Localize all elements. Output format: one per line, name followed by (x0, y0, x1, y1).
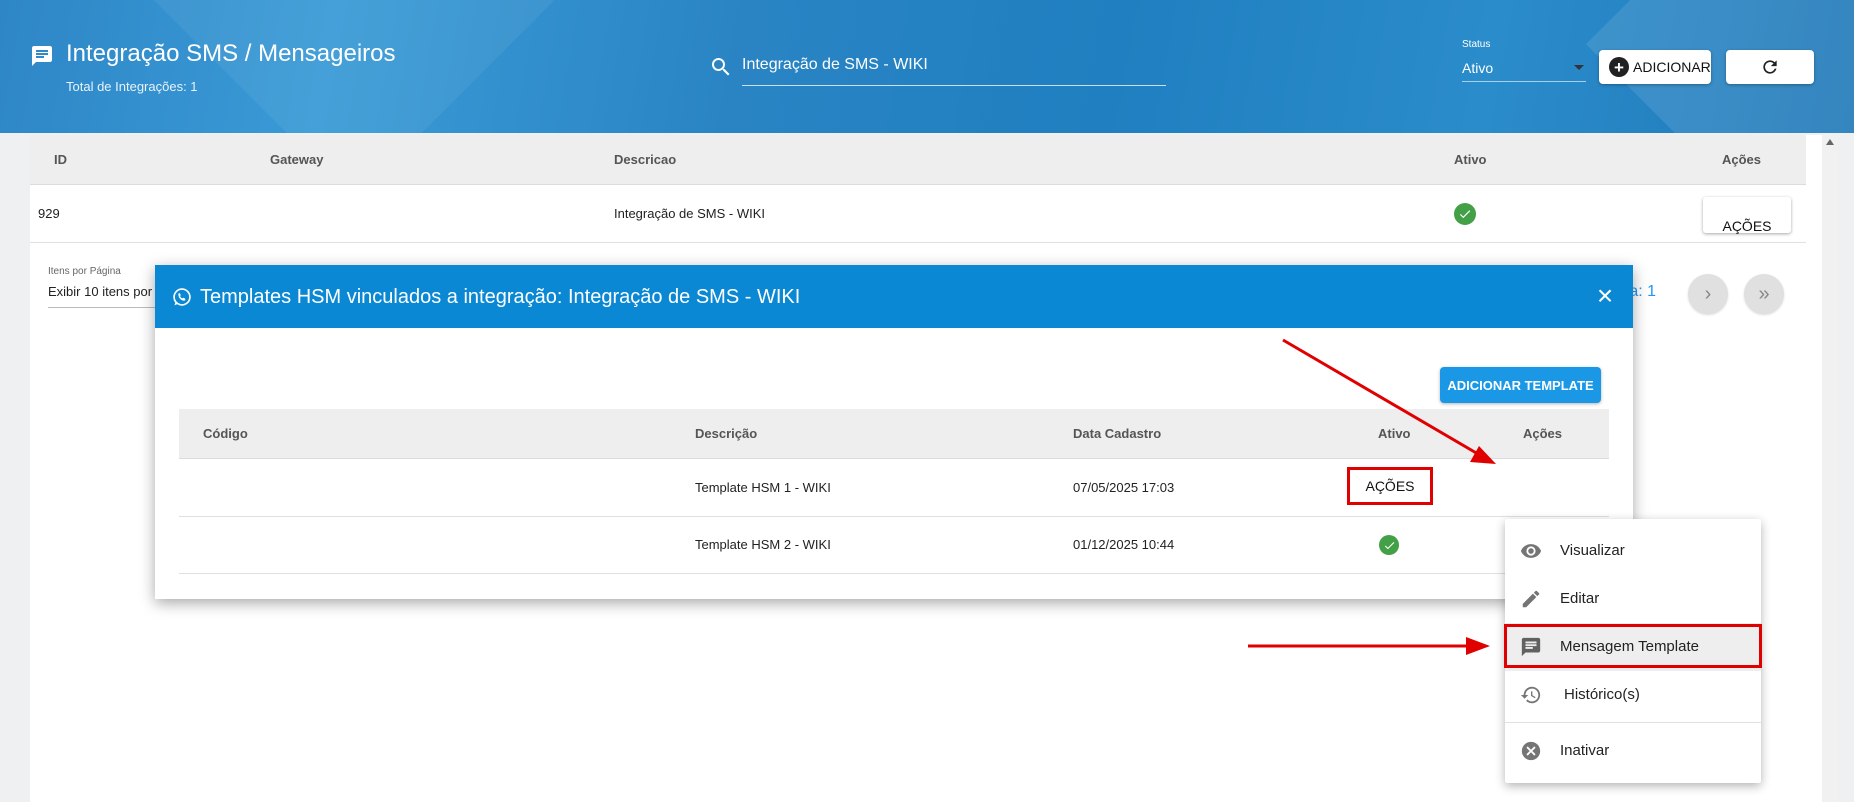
menu-item-label: Inativar (1560, 742, 1610, 759)
history-icon (1520, 686, 1541, 704)
column-header-descricao: Descricao (614, 152, 677, 167)
menu-item-editar[interactable]: Editar (1505, 575, 1761, 623)
acoes-button[interactable]: AÇÕES (1703, 197, 1791, 234)
status-select[interactable]: Ativo (1462, 56, 1586, 82)
menu-item-historico[interactable]: Histórico(s) (1505, 671, 1761, 719)
items-per-page-select[interactable]: Exibir 10 itens por (48, 284, 158, 308)
check-circle-icon (1379, 535, 1399, 555)
message-icon (32, 46, 52, 66)
whatsapp-icon (173, 288, 191, 306)
template-acoes-button[interactable]: AÇÕES (1347, 467, 1433, 505)
cell-data-cadastro: 01/12/2025 10:44 (1073, 537, 1175, 552)
scroll-up-arrow-icon[interactable] (1826, 139, 1834, 145)
column-header-ativo: Ativo (1454, 152, 1487, 167)
cell-descricao: Template HSM 2 - WIKI (695, 537, 831, 552)
column-header-data-cadastro: Data Cadastro (1073, 426, 1162, 441)
status-value: Ativo (1462, 60, 1494, 76)
search-icon (712, 58, 730, 76)
plus-circle-icon: + (1609, 57, 1629, 77)
status-label: Status (1462, 39, 1491, 50)
page-title: Integração SMS / Mensageiros (66, 40, 396, 67)
templates-dialog: Templates HSM vinculados a integração: I… (155, 265, 1633, 599)
menu-item-visualizar[interactable]: Visualizar (1505, 527, 1761, 575)
column-header-gateway: Gateway (270, 152, 324, 167)
column-header-acoes: Ações (1722, 152, 1762, 167)
column-header-id: ID (54, 152, 67, 167)
refresh-icon (1763, 60, 1777, 74)
close-icon[interactable]: × (1592, 282, 1618, 310)
integration-count: Total de Integrações: 1 (66, 79, 198, 94)
dialog-title: Templates HSM vinculados a integração: I… (200, 286, 801, 308)
menu-item-label: Histórico(s) (1564, 686, 1640, 703)
acoes-button-label: AÇÕES (1365, 478, 1415, 494)
cell-descricao: Template HSM 1 - WIKI (695, 480, 831, 495)
cell-id: 929 (38, 206, 60, 221)
refresh-button[interactable] (1726, 50, 1814, 84)
menu-item-label: Editar (1560, 590, 1600, 607)
table-row[interactable]: Template HSM 2 - WIKI 01/12/2025 10:44 (179, 517, 1609, 574)
add-button[interactable]: + ADICIONAR (1599, 50, 1711, 84)
column-header-ativo: Ativo (1378, 426, 1411, 441)
column-header-codigo: Código (203, 426, 248, 441)
check-circle-icon (1454, 203, 1476, 225)
cancel-circle-icon (1521, 741, 1541, 761)
eye-icon (1520, 544, 1542, 558)
column-header-descricao: Descrição (695, 426, 758, 441)
table-row[interactable]: 929 Integração de SMS - WIKI AÇÕES (30, 185, 1806, 243)
templates-table-header: Código Descrição Data Cadastro Ativo Açõ… (179, 409, 1609, 459)
last-page-button[interactable]: » (1744, 274, 1784, 314)
cell-data-cadastro: 07/05/2025 17:03 (1073, 480, 1175, 495)
acoes-button-label: AÇÕES (1722, 218, 1772, 234)
chevron-right-icon: › (1704, 282, 1712, 305)
scrollbar[interactable] (1822, 135, 1838, 802)
caret-down-icon (1574, 65, 1584, 70)
add-template-button[interactable]: ADICIONAR TEMPLATE (1440, 367, 1601, 403)
column-header-acoes: Ações (1523, 426, 1563, 441)
search-input[interactable] (742, 50, 1166, 86)
menu-divider (1505, 722, 1761, 723)
next-page-button[interactable]: › (1688, 274, 1728, 314)
annotation-highlight-box (1504, 624, 1762, 668)
items-per-page-label: Itens por Página (48, 266, 121, 277)
dialog-header: Templates HSM vinculados a integração: I… (155, 265, 1633, 328)
menu-item-inativar[interactable]: Inativar (1505, 727, 1761, 775)
table-header: ID Gateway Descricao Ativo Ações (30, 135, 1806, 185)
add-button-label: ADICIONAR (1633, 59, 1711, 75)
double-chevron-right-icon: » (1758, 282, 1770, 305)
menu-item-label: Visualizar (1560, 542, 1625, 559)
pencil-icon (1522, 590, 1540, 608)
cell-descricao: Integração de SMS - WIKI (614, 206, 766, 221)
